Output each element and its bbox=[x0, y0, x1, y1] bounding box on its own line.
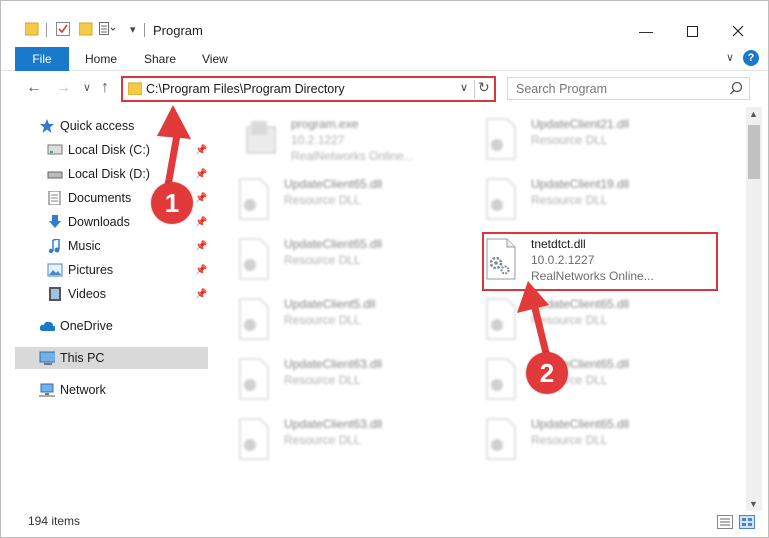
step-1-callout: 1 bbox=[151, 182, 193, 224]
file-explorer-window: ▾ Program — File Home Share View ∨ ? ← →… bbox=[0, 0, 769, 538]
step-2-callout: 2 bbox=[526, 352, 568, 394]
annotation-arrows bbox=[157, 105, 550, 357]
